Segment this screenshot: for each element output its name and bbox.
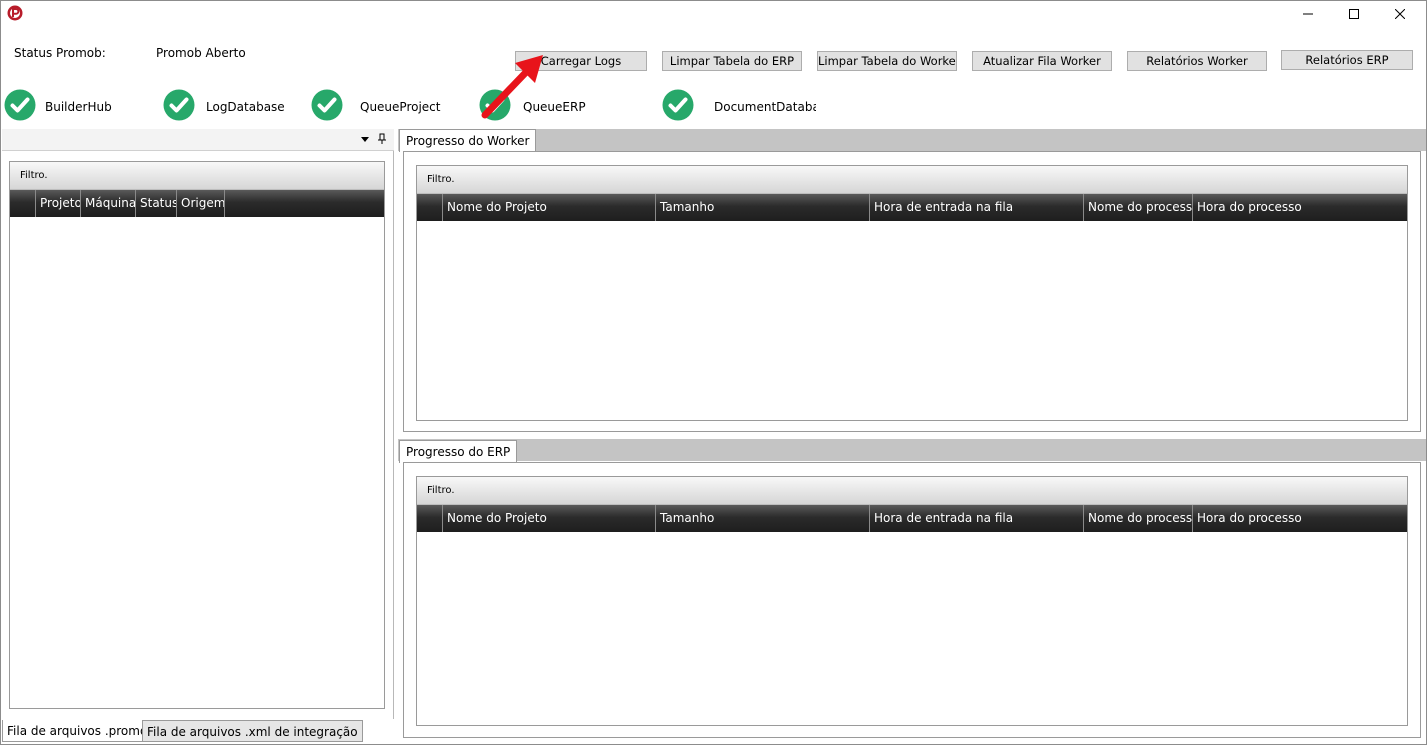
service-queueproject — [311, 89, 343, 121]
service-documentdatabase — [662, 89, 694, 121]
worker-column-nome-processo[interactable]: Nome do processo — [1084, 194, 1193, 221]
limpar-tabela-worker-button[interactable]: Limpar Tabela do Worker — [817, 51, 957, 71]
worker-grid-header: Nome do Projeto Tamanho Hora de entrada … — [417, 194, 1407, 221]
pin-icon[interactable] — [376, 133, 388, 145]
filter-bar[interactable]: Filtro. — [10, 162, 384, 190]
erp-grid[interactable]: Filtro. Nome do Projeto Tamanho Hora de … — [416, 476, 1408, 726]
close-icon — [1395, 9, 1405, 19]
erp-tab-strip — [398, 439, 1426, 461]
erp-column-hora-entrada[interactable]: Hora de entrada na fila — [870, 505, 1084, 532]
worker-row-selector-header[interactable] — [417, 194, 443, 221]
left-dock-header — [2, 129, 394, 151]
service-label-queueerp: QueueERP — [523, 100, 586, 114]
row-selector-header[interactable] — [10, 190, 36, 217]
grid-header: Projeto Máquina Status Origem — [10, 190, 384, 217]
check-circle-icon — [479, 89, 511, 121]
relatorios-worker-button[interactable]: Relatórios Worker — [1127, 51, 1267, 71]
erp-column-tamanho[interactable]: Tamanho — [656, 505, 870, 532]
promob-queue-grid[interactable]: Filtro. Projeto Máquina Status Origem — [9, 161, 385, 709]
check-circle-icon — [163, 89, 195, 121]
close-button[interactable] — [1377, 1, 1423, 27]
worker-column-nome-projeto[interactable]: Nome do Projeto — [443, 194, 656, 221]
relatorios-erp-button[interactable]: Relatórios ERP — [1281, 50, 1413, 70]
check-circle-icon — [311, 89, 343, 121]
worker-panel: Filtro. Nome do Projeto Tamanho Hora de … — [403, 151, 1421, 432]
minimize-button[interactable] — [1285, 1, 1331, 27]
worker-column-hora-entrada[interactable]: Hora de entrada na fila — [870, 194, 1084, 221]
erp-column-nome-projeto[interactable]: Nome do Projeto — [443, 505, 656, 532]
status-promob-label: Status Promob: — [14, 46, 106, 60]
check-circle-icon — [4, 89, 36, 121]
service-builderhub — [4, 89, 36, 121]
service-label-queueproject: QueueProject — [360, 100, 441, 114]
worker-column-hora-processo[interactable]: Hora do processo — [1193, 194, 1407, 221]
worker-grid[interactable]: Filtro. Nome do Projeto Tamanho Hora de … — [416, 165, 1408, 421]
minimize-icon — [1303, 13, 1313, 15]
main-window: Status Promob: Promob Aberto Carregar Lo… — [0, 0, 1427, 745]
erp-column-nome-processo[interactable]: Nome do processo — [1084, 505, 1193, 532]
service-logdatabase — [163, 89, 195, 121]
service-label-builderhub: BuilderHub — [45, 100, 112, 114]
worker-filter-bar[interactable]: Filtro. — [417, 166, 1407, 194]
app-logo-icon — [7, 5, 23, 21]
service-label-documentdatabase: DocumentDatabase — [714, 100, 816, 114]
service-queueerp — [479, 89, 511, 121]
erp-grid-header: Nome do Projeto Tamanho Hora de entrada … — [417, 505, 1407, 532]
column-header-origem[interactable]: Origem — [177, 190, 225, 217]
tab-progresso-worker[interactable]: Progresso do Worker — [399, 129, 537, 152]
erp-row-selector-header[interactable] — [417, 505, 443, 532]
tab-progresso-erp[interactable]: Progresso do ERP — [399, 440, 518, 463]
worker-tab-strip — [398, 129, 1426, 151]
worker-column-tamanho[interactable]: Tamanho — [656, 194, 870, 221]
title-bar — [1, 1, 1426, 27]
column-header-maquina[interactable]: Máquina — [81, 190, 136, 217]
carregar-logs-button[interactable]: Carregar Logs — [515, 51, 647, 71]
check-circle-icon — [662, 89, 694, 121]
atualizar-fila-worker-button[interactable]: Atualizar Fila Worker — [972, 51, 1112, 71]
column-header-projeto[interactable]: Projeto — [36, 190, 81, 217]
tab-fila-promob[interactable]: Fila de arquivos .promob — [2, 720, 160, 742]
status-promob-value: Promob Aberto — [156, 46, 246, 60]
erp-column-hora-processo[interactable]: Hora do processo — [1193, 505, 1407, 532]
erp-filter-bar[interactable]: Filtro. — [417, 477, 1407, 505]
maximize-button[interactable] — [1331, 1, 1377, 27]
tab-fila-xml[interactable]: Fila de arquivos .xml de integração — [142, 720, 363, 742]
erp-panel: Filtro. Nome do Projeto Tamanho Hora de … — [403, 462, 1421, 738]
limpar-tabela-erp-button[interactable]: Limpar Tabela do ERP — [662, 51, 802, 71]
maximize-icon — [1349, 9, 1359, 19]
service-label-logdatabase: LogDatabase — [206, 100, 285, 114]
left-dock-panel: Filtro. Projeto Máquina Status Origem — [2, 129, 394, 719]
column-header-status[interactable]: Status — [136, 190, 177, 217]
dropdown-triangle-icon[interactable] — [359, 133, 371, 145]
